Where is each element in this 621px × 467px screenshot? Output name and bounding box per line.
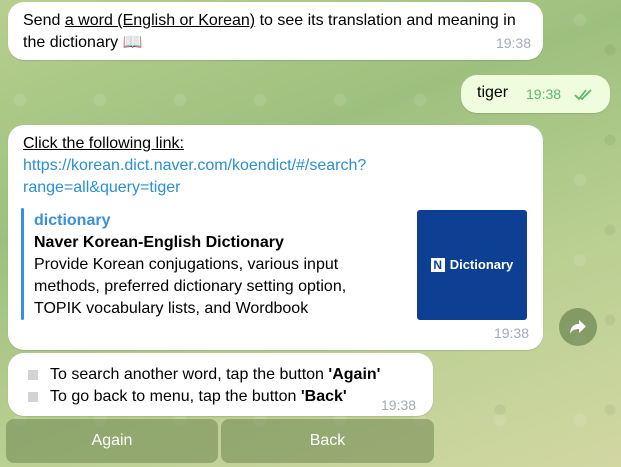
naver-dictionary-logo: N Dictionary: [430, 254, 514, 276]
message-text: Send a word (English or Korean) to see i…: [23, 12, 516, 51]
preview-accent-bar: [21, 208, 24, 320]
preview-site-name: dictionary: [34, 212, 111, 229]
again-button[interactable]: Again: [6, 419, 218, 463]
preview-description: Provide Korean conjugations, various inp…: [34, 256, 347, 317]
bullet-square-icon: [28, 392, 38, 402]
bot-message-link: Click the following link: https://korean…: [8, 125, 543, 350]
back-button[interactable]: Back: [221, 419, 434, 463]
bullet-square-icon: [28, 370, 38, 380]
user-message-tiger: tiger 19:38: [461, 75, 610, 113]
message-time: 19:38: [495, 35, 531, 51]
option-back: To go back to menu, tap the button 'Back…: [28, 386, 347, 408]
naver-n-icon: N: [430, 258, 445, 272]
message-text: tiger: [477, 84, 509, 101]
message-time: 19:38: [526, 86, 562, 102]
underlined-phrase: a word (English or Korean): [64, 12, 256, 29]
message-time: 19:38: [381, 397, 417, 413]
preview-title: Naver Korean-English Dictionary: [34, 234, 284, 251]
bot-message-options: To search another word, tap the button '…: [8, 353, 433, 416]
option-again: To search another word, tap the button '…: [28, 364, 380, 386]
link-preview[interactable]: dictionary Naver Korean-English Dictiona…: [21, 208, 531, 320]
logo-text: Dictionary: [449, 257, 514, 272]
double-check-icon: [574, 87, 594, 106]
dictionary-link[interactable]: https://korean.dict.naver.com/koendict/#…: [23, 155, 423, 199]
share-arrow-icon[interactable]: [559, 308, 597, 346]
bot-message-instructions: Send a word (English or Korean) to see i…: [8, 2, 543, 60]
link-intro: Click the following link:: [23, 135, 184, 152]
message-time: 19:38: [493, 325, 529, 341]
preview-thumbnail: N Dictionary: [417, 210, 527, 320]
